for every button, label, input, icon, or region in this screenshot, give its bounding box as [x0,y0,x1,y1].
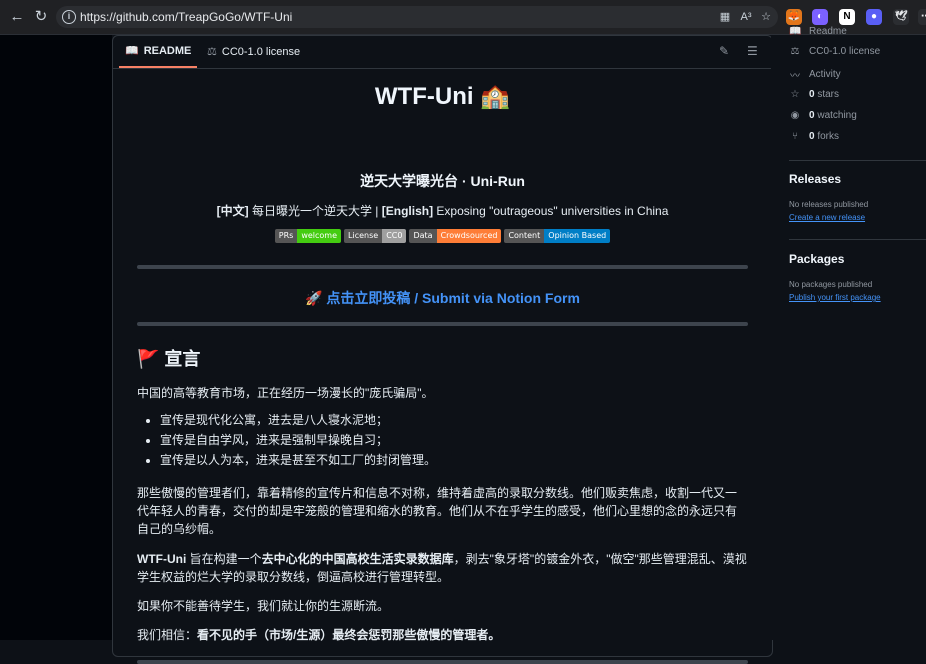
readme-panel: 📖 README ⚖ CC0-1.0 license ✎ ☰ WTF-Uni 🏫… [112,35,773,664]
tab-readme[interactable]: 📖 README [119,36,198,68]
readme-header: 📖 README ⚖ CC0-1.0 license ✎ ☰ [113,36,772,69]
read-aloud-icon[interactable]: A³ [739,10,753,24]
horizontal-rule [137,322,748,326]
horizontal-rule [137,265,748,269]
packages-heading[interactable]: Packages [789,252,844,266]
sidebar-license-label: CC0-1.0 license [809,46,881,57]
badge-label: Content [504,229,545,243]
forks-label: forks [814,131,840,142]
grid-icon[interactable]: ▦ [718,10,732,24]
list-item: 宣传是现代化公寓，进去是八人寝水泥地； [160,410,436,430]
site-info-icon[interactable]: i [62,10,76,24]
sidebar-activity-label: Activity [809,69,841,80]
repo-sidebar: 📖 Readme ⚖ CC0-1.0 license 〰 Activity ☆ … [771,26,926,640]
readme-description: [中文] 每日曝光一个逆天大学 | [English] Exposing "ou… [137,202,748,219]
sidebar-forks[interactable]: ⑂ 0 forks [789,131,839,142]
sidebar-readme-label: Readme [809,26,847,37]
readme-title: WTF-Uni 🏫 [374,83,511,110]
paragraph-intro: 中国的高等教育市场，正在经历一场漫长的"庞氏骗局"。 [137,386,434,400]
sidebar-readme[interactable]: 📖 Readme [789,26,847,37]
releases-heading[interactable]: Releases [789,172,841,186]
left-gutter [0,35,112,640]
manifesto-heading: 🚩 宣言 [137,349,201,369]
desc-en: Exposing "outrageous" universities in Ch… [433,204,669,218]
outline-list-icon[interactable]: ☰ [747,44,758,58]
bullet-list: 宣传是现代化公寓，进去是八人寝水泥地； 宣传是自由学风，进来是强制早操晚自习； … [137,410,436,470]
list-item: 宣传是以人为本，进来是甚至不如工厂的封闭管理。 [160,450,436,470]
divider [789,239,926,240]
badge-value: Opinion Based [544,229,611,243]
badge-value: CC0 [382,229,407,243]
back-icon[interactable]: ← [8,8,26,26]
browser-toolbar: ← ↻ i https://github.com/TreapGoGo/WTF-U… [0,0,926,35]
sidebar-stars[interactable]: ☆ 0 stars [789,89,840,100]
book-icon: 📖 [789,26,802,37]
badge-label: Data [409,229,437,243]
desc-cn: 每日曝光一个逆天大学 | [248,204,382,218]
badge-row: PRs welcome License CC0 Data Crowdsource… [137,229,748,243]
address-bar[interactable]: i https://github.com/TreapGoGo/WTF-Uni ▦… [56,6,778,28]
readme-subtitle: 逆天大学曝光台 · Uni-Run [360,173,525,189]
ghost-extension-icon[interactable]: ◐ [812,9,828,25]
desc-en-tag: [English] [381,204,434,218]
pulse-icon: 〰 [790,71,800,82]
badge-value: Crowdsourced [436,229,502,243]
url-text[interactable]: https://github.com/TreapGoGo/WTF-Uni [80,10,292,24]
sidebar-watching[interactable]: ◉ 0 watching [789,110,857,121]
releases-empty-text: No releases published [789,200,869,209]
desc-cn-tag: [中文] [216,204,249,218]
sidebar-activity[interactable]: 〰 Activity [789,67,841,82]
publish-package-link[interactable]: Publish your first package [789,293,881,302]
mission-text: 旨在构建一个 [186,552,262,566]
paragraph-warning: 如果你不能善待学生，我们就让你的生源断流。 [137,599,390,613]
metamask-extension-icon[interactable]: 🦊 [786,9,802,25]
paragraph-managers: 那些傲慢的管理者们，靠着精修的宣传片和信息不对称，维持着虚高的录取分数线。他们贩… [137,486,738,536]
paragraph-mission: WTF-Uni 旨在构建一个去中心化的中国高校生活实录数据库，剥去"象牙塔"的镀… [137,550,748,586]
list-item: 宣传是自由学风，进来是强制早操晚自习； [160,430,436,450]
badge-label: License [344,229,383,243]
submit-link[interactable]: 🚀 点击立即投稿 / Submit via Notion Form [137,288,748,308]
create-release-link[interactable]: Create a new release [789,213,865,222]
packages-empty-text: No packages published [789,280,873,289]
badge-value: welcome [297,229,342,243]
fork-icon: ⑂ [792,131,798,142]
eye-icon: ◉ [790,110,800,121]
sidebar-license[interactable]: ⚖ CC0-1.0 license [789,46,881,57]
notion-extension-icon[interactable]: N [839,9,855,25]
scale-icon: ⚖ [790,46,800,57]
mission-name: WTF-Uni [137,552,187,566]
mission-emphasis: 去中心化的中国高校生活实录数据库 [261,552,454,566]
discord-extension-icon[interactable]: ● [866,9,882,25]
reload-icon[interactable]: ↻ [32,8,50,26]
paragraph-belief: 我们相信：看不见的手（市场/生源）最终会惩罚那些傲慢的管理者。 [137,626,748,644]
bird-extension-icon[interactable]: 🕊 [893,9,909,25]
stars-label: stars [814,89,840,100]
tab-license[interactable]: ⚖ CC0-1.0 license [201,36,306,68]
divider [789,160,926,161]
badge-prs[interactable]: PRs welcome [274,229,342,243]
tab-license-label: CC0-1.0 license [221,46,301,58]
scale-icon: ⚖ [207,46,217,58]
edit-pencil-icon[interactable]: ✎ [719,44,729,58]
menu-icon[interactable]: ⋯ [918,9,926,25]
badge-data[interactable]: Data Crowdsourced [409,229,502,243]
star-icon: ☆ [790,89,800,100]
favorite-star-icon[interactable]: ☆ [759,10,773,24]
book-icon: 📖 [125,45,139,57]
tab-readme-label: README [143,45,192,57]
horizontal-rule [137,660,748,664]
badge-label: PRs [274,229,298,243]
badge-license[interactable]: License CC0 [344,229,407,243]
watching-label: watching [814,110,857,121]
badge-content[interactable]: Content Opinion Based [504,229,611,243]
